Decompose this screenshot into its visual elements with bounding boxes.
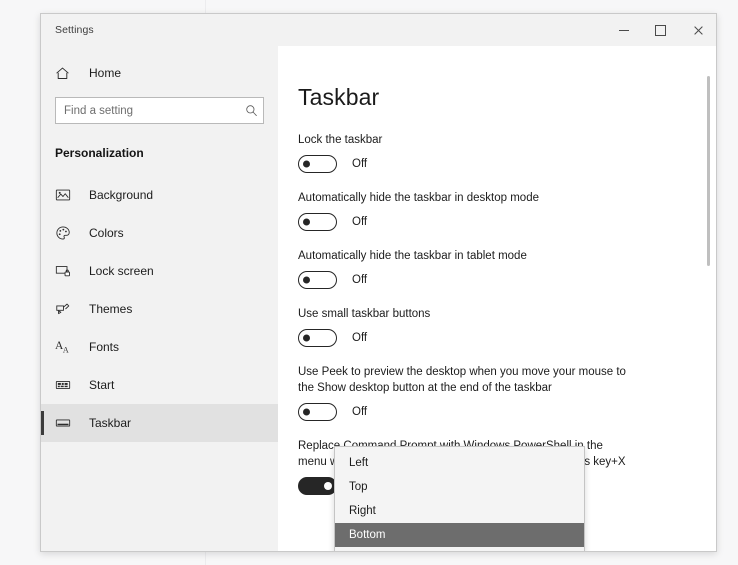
sidebar-item-home[interactable]: Home (41, 58, 278, 88)
sidebar-item-colors[interactable]: Colors (41, 214, 278, 252)
taskbar-location-dropdown[interactable]: Left Top Right Bottom (334, 446, 585, 551)
toggle-knob (303, 334, 310, 342)
sidebar-item-label: Start (89, 378, 115, 392)
toggle-state-label: Off (352, 332, 368, 344)
toggle-row: Off (298, 329, 716, 347)
content-inner: Taskbar Lock the taskbar Off Automatical… (278, 46, 716, 495)
setting-autohide-tablet: Automatically hide the taskbar in tablet… (298, 248, 716, 289)
setting-autohide-desktop: Automatically hide the taskbar in deskto… (298, 190, 716, 231)
setting-label: Automatically hide the taskbar in deskto… (298, 192, 539, 204)
sidebar-item-themes[interactable]: Themes (41, 290, 278, 328)
sidebar-item-start[interactable]: Start (41, 366, 278, 404)
sidebar-item-label: Colors (89, 226, 124, 240)
sidebar-item-label: Taskbar (89, 416, 132, 430)
toggle-state-label: Off (352, 274, 368, 286)
toggle-knob (303, 408, 310, 416)
maximize-icon (655, 24, 666, 36)
setting-label: Lock the taskbar (298, 134, 383, 146)
toggle-knob (324, 482, 332, 490)
home-icon (55, 66, 75, 81)
toggle-autohide-tablet[interactable] (298, 271, 337, 289)
toggle-row: Off (298, 155, 716, 173)
themes-icon (55, 301, 75, 317)
toggle-knob (303, 218, 310, 226)
settings-window: Settings Home Find a setting Personaliza… (40, 13, 717, 552)
setting-lock-the-taskbar: Lock the taskbar Off (298, 132, 716, 173)
dropdown-option-right[interactable]: Right (335, 499, 584, 523)
sidebar-nav-list: Background Colors Lock screen Themes AA … (41, 176, 278, 442)
lock-screen-icon (55, 263, 75, 279)
dropdown-option-bottom[interactable]: Bottom (335, 523, 584, 547)
sidebar-item-label: Fonts (89, 340, 120, 354)
window-controls (605, 14, 716, 46)
toggle-row: Off (298, 403, 716, 421)
toggle-lock-the-taskbar[interactable] (298, 155, 337, 173)
sidebar: Home Personalization (41, 46, 278, 551)
toggle-row: Off (298, 213, 716, 231)
image-icon (55, 187, 75, 203)
setting-label: Automatically hide the taskbar in tablet… (298, 250, 527, 262)
toggle-knob (303, 160, 310, 168)
palette-icon (55, 225, 75, 241)
sidebar-item-lock-screen[interactable]: Lock screen (41, 252, 278, 290)
toggle-state-label: Off (352, 406, 368, 418)
sidebar-section-title: Personalization (55, 146, 144, 160)
minimize-icon (618, 29, 629, 31)
scrollbar-thumb[interactable] (707, 76, 710, 266)
setting-use-peek: Use Peek to preview the desktop when you… (298, 364, 716, 421)
toggle-state-label: Off (352, 216, 368, 228)
sidebar-item-taskbar[interactable]: Taskbar (41, 404, 278, 442)
search-box[interactable] (55, 97, 264, 124)
page-title: Taskbar (298, 84, 380, 110)
content-scrollbar[interactable] (706, 46, 711, 551)
title-bar[interactable]: Settings (41, 14, 716, 46)
start-icon (55, 377, 75, 393)
dropdown-option-left[interactable]: Left (335, 451, 584, 475)
fonts-glyph: AA (55, 339, 69, 355)
toggle-row: Off (298, 271, 716, 289)
setting-label: Use small taskbar buttons (298, 308, 431, 320)
sidebar-item-label: Themes (89, 302, 133, 316)
sidebar-item-fonts[interactable]: AA Fonts (41, 328, 278, 366)
sidebar-item-label: Lock screen (89, 264, 154, 278)
taskbar-icon (55, 415, 75, 431)
fonts-icon: AA (55, 340, 75, 354)
window-title: Settings (55, 24, 94, 36)
minimize-button[interactable] (605, 14, 642, 46)
setting-small-buttons: Use small taskbar buttons Off (298, 306, 716, 347)
toggle-autohide-desktop[interactable] (298, 213, 337, 231)
search-input[interactable] (56, 98, 263, 123)
toggle-small-buttons[interactable] (298, 329, 337, 347)
sidebar-item-background[interactable]: Background (41, 176, 278, 214)
sidebar-item-label: Background (89, 188, 154, 202)
toggle-knob (303, 276, 310, 284)
search-icon[interactable] (245, 98, 258, 123)
home-label: Home (89, 66, 122, 80)
dropdown-option-top[interactable]: Top (335, 475, 584, 499)
toggle-state-label: Off (352, 158, 368, 170)
maximize-button[interactable] (642, 14, 679, 46)
close-button[interactable] (679, 14, 716, 46)
setting-label: Use Peek to preview the desktop when you… (298, 366, 626, 394)
toggle-use-peek[interactable] (298, 403, 337, 421)
close-icon (693, 25, 703, 35)
toggle-replace-command-prompt[interactable] (298, 477, 337, 495)
